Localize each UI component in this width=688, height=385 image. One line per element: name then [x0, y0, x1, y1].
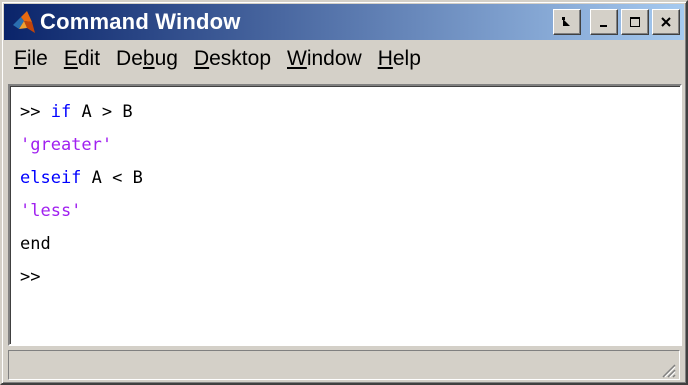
- code-text: A < B: [81, 168, 143, 188]
- menu-window-label: indow: [306, 47, 362, 70]
- menu-file-label: ile: [26, 47, 48, 70]
- menu-debug[interactable]: Debug: [108, 47, 186, 71]
- menu-edit[interactable]: Edit: [56, 47, 108, 71]
- keyword-elseif: elseif: [20, 168, 82, 188]
- console-line: >> if A > B: [20, 98, 133, 126]
- status-bar: [8, 348, 680, 380]
- menu-bar: File Edit Debug Desktop Window Help: [4, 42, 684, 76]
- code-text: A > B: [71, 102, 133, 122]
- maximize-button[interactable]: [621, 9, 649, 35]
- menu-file-mnemonic: F: [14, 47, 27, 70]
- minimize-icon: [600, 25, 607, 27]
- menu-debug-label: ug: [154, 47, 178, 70]
- matlab-icon: [13, 11, 35, 33]
- status-field: [8, 350, 680, 380]
- minimize-button[interactable]: [590, 9, 618, 35]
- command-window: Command Window File Edit Debug Desktop W…: [0, 0, 688, 385]
- title-bar-buttons: [550, 9, 680, 35]
- command-prompt: >>: [20, 102, 51, 122]
- menu-file[interactable]: File: [4, 47, 56, 71]
- keyword-if: if: [50, 102, 72, 122]
- title-bar[interactable]: Command Window: [4, 4, 684, 40]
- resize-grip-icon[interactable]: [658, 360, 676, 378]
- close-icon: [661, 17, 671, 27]
- console-line: elseif A < B: [20, 164, 143, 192]
- console-line: end: [20, 230, 51, 258]
- menu-desktop-mnemonic: D: [193, 47, 210, 70]
- command-prompt: >>: [20, 267, 41, 287]
- menu-help-label: elp: [392, 47, 421, 70]
- command-console[interactable]: >> if A > B 'greater' elseif A < B 'less…: [8, 84, 682, 346]
- string-literal: 'less': [20, 201, 82, 221]
- menu-window-mnemonic: W: [287, 47, 307, 70]
- menu-edit-label: dit: [77, 47, 101, 70]
- menu-edit-mnemonic: E: [63, 47, 78, 70]
- string-literal: 'greater': [20, 135, 113, 155]
- menu-debug-label-pre: De: [116, 47, 143, 70]
- menu-debug-mnemonic: b: [142, 47, 155, 70]
- console-line: >>: [20, 263, 40, 291]
- menu-help[interactable]: Help: [370, 47, 429, 71]
- menu-desktop[interactable]: Desktop: [186, 47, 279, 71]
- console-line: 'less': [20, 197, 81, 225]
- menu-desktop-label: esktop: [209, 47, 271, 70]
- maximize-icon: [630, 17, 640, 27]
- close-button[interactable]: [652, 9, 680, 35]
- menu-window[interactable]: Window: [279, 47, 370, 71]
- window-title: Command Window: [40, 9, 241, 34]
- console-line: 'greater': [20, 131, 112, 159]
- keyword-end: end: [20, 234, 51, 254]
- menu-help-mnemonic: H: [377, 47, 393, 70]
- undock-icon: [562, 17, 570, 26]
- undock-button[interactable]: [553, 9, 581, 35]
